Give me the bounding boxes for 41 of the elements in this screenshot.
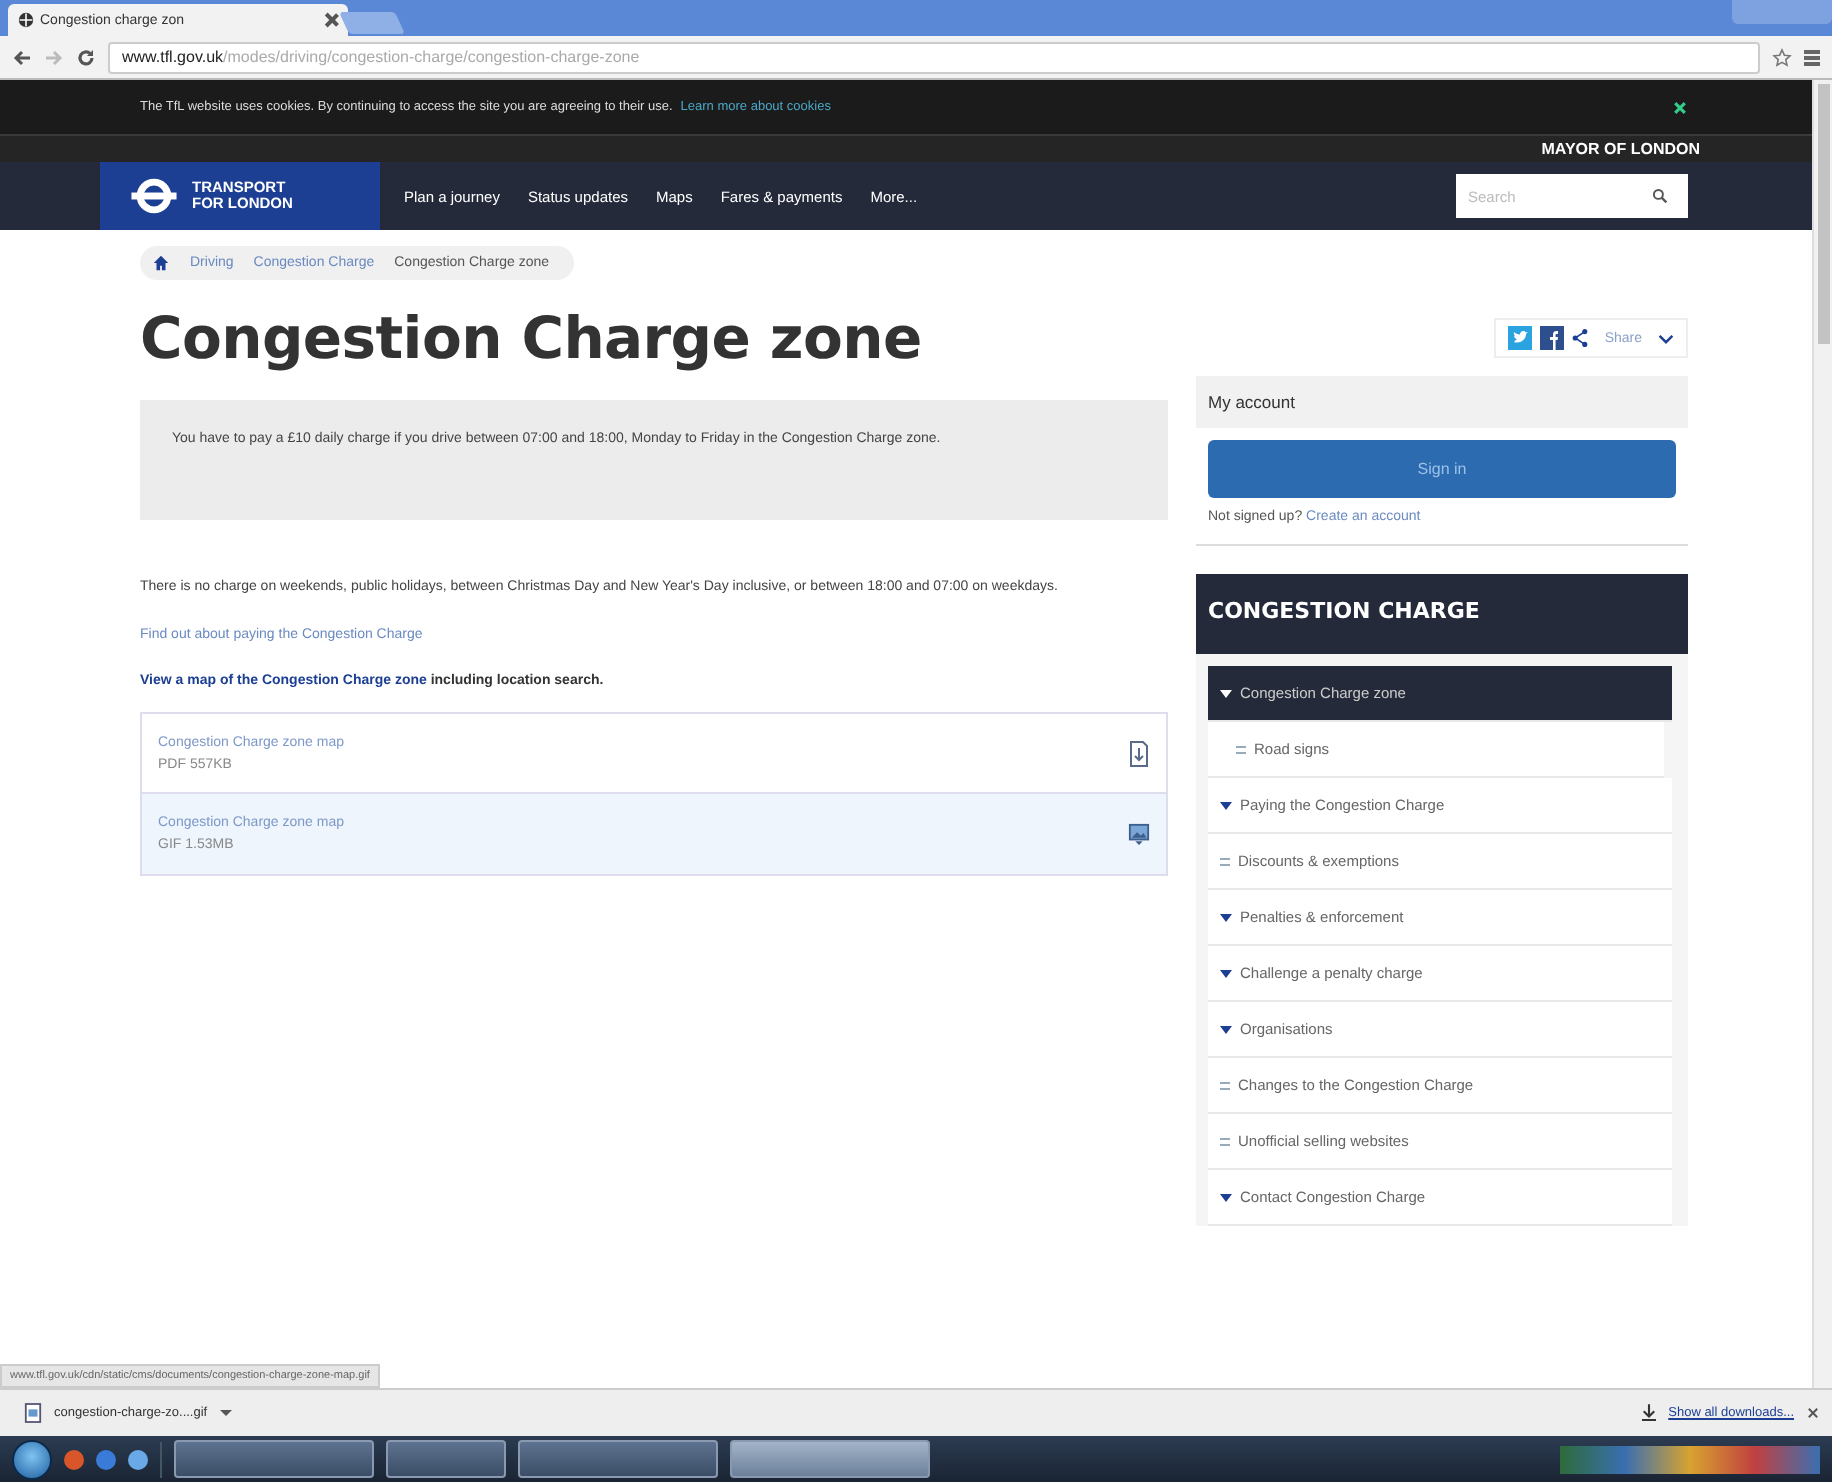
chevron-down-icon[interactable]	[1658, 333, 1674, 343]
close-icon[interactable]	[1672, 99, 1688, 115]
taskbar-button[interactable]	[518, 1440, 718, 1478]
url-host: www.tfl.gov.uk	[122, 48, 224, 66]
star-icon[interactable]	[1772, 47, 1792, 67]
file-icon	[24, 1402, 42, 1424]
search-icon[interactable]	[1652, 188, 1668, 204]
triangle-icon	[1220, 689, 1232, 697]
section-heading: CONGESTION CHARGE	[1196, 574, 1688, 654]
home-icon[interactable]	[152, 254, 170, 272]
new-tab-button[interactable]	[338, 12, 406, 34]
menu-icon[interactable]	[1804, 49, 1820, 65]
triangle-icon	[1220, 801, 1232, 809]
account-heading: My account	[1196, 376, 1688, 428]
start-button[interactable]	[12, 1439, 52, 1479]
triangle-icon	[1220, 913, 1232, 921]
f-logo-icon[interactable]	[1540, 326, 1565, 350]
lines-icon	[1220, 1137, 1230, 1145]
address-field[interactable]: www.tfl.gov.uk/modes/driving/congestion-charge/congestion-charge-zone	[108, 41, 1760, 73]
lines-icon	[1220, 857, 1230, 865]
scroll-thumb[interactable]	[1817, 84, 1829, 344]
taskbar-button[interactable]	[386, 1440, 506, 1478]
triangle-icon	[1220, 969, 1232, 977]
close-icon[interactable]	[326, 14, 338, 26]
scrollbar[interactable]	[1812, 80, 1832, 1388]
share-icon	[1572, 328, 1589, 348]
image-icon	[1128, 820, 1150, 848]
triangle-icon	[1220, 1193, 1232, 1201]
download-icon	[1642, 1404, 1657, 1422]
back-arrow-icon[interactable]	[12, 47, 32, 67]
page-title: Congestion Charge zone	[140, 304, 922, 372]
mayor-of-london-label: MAYOR OF LONDON	[1541, 140, 1700, 158]
close-icon[interactable]	[1806, 1406, 1820, 1420]
reload-icon[interactable]	[76, 47, 96, 67]
taskbar-button[interactable]	[174, 1440, 374, 1478]
caret-icon[interactable]	[219, 1410, 232, 1416]
lines-icon	[1220, 1081, 1230, 1089]
lines-icon	[1236, 745, 1246, 753]
globe-icon	[18, 12, 34, 28]
document-icon	[1128, 739, 1150, 767]
triangle-icon	[1220, 1025, 1232, 1033]
